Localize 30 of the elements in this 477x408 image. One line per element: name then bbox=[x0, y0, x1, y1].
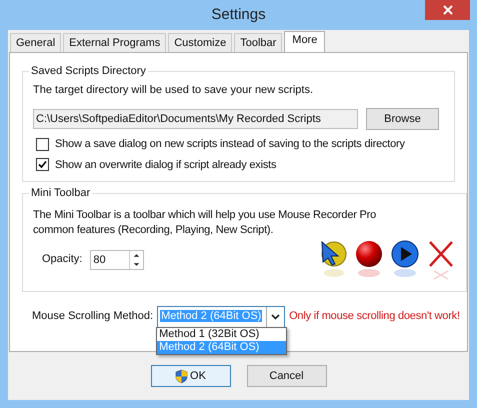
checkbox[interactable] bbox=[36, 158, 49, 172]
close-button[interactable] bbox=[425, 0, 470, 20]
ok-button[interactable]: OK bbox=[150, 365, 230, 387]
tab[interactable]: Customize bbox=[168, 33, 232, 52]
cancel-button[interactable]: Cancel bbox=[246, 365, 326, 387]
scrolling-method-label: Mouse Scrolling Method: bbox=[32, 309, 154, 324]
browse-button[interactable]: Browse bbox=[366, 108, 439, 130]
description-text: The target directory will be used to save your new scripts. bbox=[33, 82, 314, 98]
warning-text: Only if mouse scrolling doesn't work! bbox=[289, 309, 460, 324]
group-title: Saved Scripts Directory bbox=[30, 64, 147, 79]
checkbox-label: Show a save dialog on new scripts instead of saving to the scripts directory bbox=[55, 137, 405, 152]
group-title: Mini Toolbar bbox=[30, 186, 92, 201]
close-icon bbox=[426, 238, 456, 282]
shield-icon bbox=[175, 368, 188, 384]
tab[interactable]: Toolbar bbox=[234, 33, 282, 52]
opacity-label: Opacity: bbox=[42, 252, 82, 268]
description-text: The Mini Toolbar is a toolbar which will help you use Mouse Recorder Pro common features (Recording, Playing, New Script). bbox=[33, 208, 378, 238]
checkbox-label: Show an overwrite dialog if script already exists bbox=[55, 158, 276, 172]
tab[interactable]: General bbox=[10, 33, 62, 52]
chevron-down-icon bbox=[271, 314, 280, 320]
tab[interactable]: External Programs bbox=[63, 33, 166, 52]
checkbox[interactable] bbox=[36, 138, 49, 151]
window-title: Settings bbox=[211, 4, 266, 25]
tab[interactable]: More bbox=[284, 31, 326, 53]
dropdown-value: Method 2 (64Bit OS) bbox=[160, 310, 262, 322]
opacity-value: 80 bbox=[92, 252, 107, 268]
directory-field[interactable]: C:\Users\SoftpediaEditor\Documents\My Recorded Scripts bbox=[33, 109, 358, 129]
dropdown-option[interactable]: Method 1 (32Bit OS) bbox=[157, 328, 286, 340]
opacity-spinbox[interactable]: 80 bbox=[90, 250, 144, 270]
close-icon bbox=[442, 5, 452, 15]
